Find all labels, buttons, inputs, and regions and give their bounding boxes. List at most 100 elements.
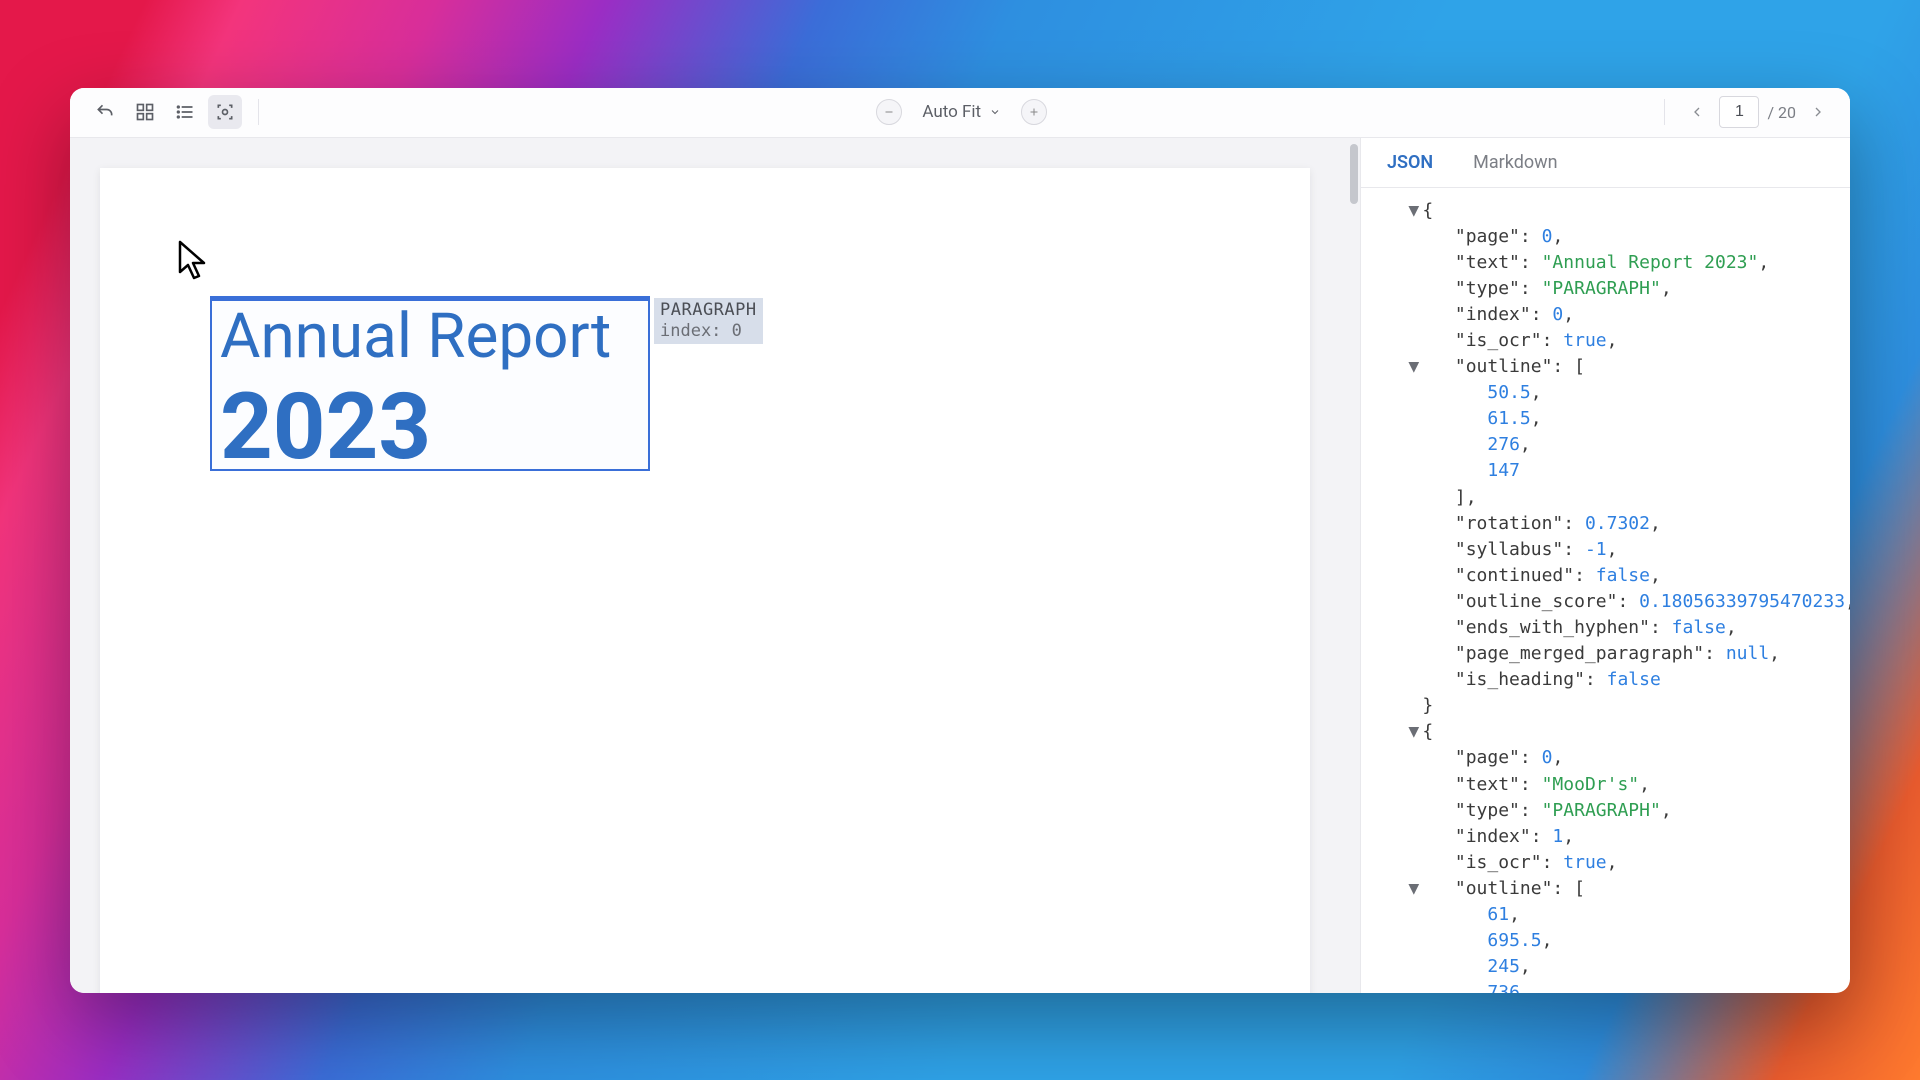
scrollbar-thumb[interactable]	[1350, 144, 1358, 204]
prev-page-button[interactable]	[1683, 98, 1711, 126]
json-row[interactable]: "type": "PARAGRAPH",	[1365, 276, 1842, 302]
json-gutter	[1408, 224, 1422, 250]
json-row[interactable]: "outline_score": 0.18056339795470233,	[1365, 589, 1842, 615]
undo-icon	[95, 102, 115, 122]
json-gutter	[1408, 563, 1422, 589]
json-row[interactable]: "syllabus": -1,	[1365, 537, 1842, 563]
json-gutter	[1408, 458, 1422, 484]
json-row[interactable]: "page_merged_paragraph": null,	[1365, 641, 1842, 667]
json-row[interactable]: 61,	[1365, 902, 1842, 928]
json-row[interactable]: 61.5,	[1365, 406, 1842, 432]
json-row[interactable]: 276,	[1365, 432, 1842, 458]
tab-json[interactable]: JSON	[1369, 144, 1451, 181]
json-row[interactable]: "is_ocr": true,	[1365, 328, 1842, 354]
list-icon	[175, 102, 195, 122]
page-number-input[interactable]	[1719, 96, 1759, 128]
zoom-dropdown[interactable]: Auto Fit	[914, 98, 1009, 126]
plus-icon	[1028, 106, 1040, 118]
json-gutter	[1408, 745, 1422, 771]
annotation-index-label: index: 0	[660, 321, 742, 341]
json-gutter	[1408, 928, 1422, 954]
annotation-label: PARAGRAPH index: 0	[654, 298, 763, 345]
json-collapse-toggle[interactable]: ▼	[1408, 719, 1422, 745]
toolbar-separator	[258, 99, 259, 125]
focus-icon	[215, 102, 235, 122]
annotation-type-label: PARAGRAPH	[660, 300, 757, 320]
json-row[interactable]: ▼ "outline": [	[1365, 876, 1842, 902]
json-gutter	[1408, 615, 1422, 641]
app-window: Auto Fit / 20 PARAGRA	[70, 88, 1850, 993]
document-viewport[interactable]: PARAGRAPH index: 0 Annual Report 2023	[70, 138, 1360, 993]
json-row[interactable]: "type": "PARAGRAPH",	[1365, 798, 1842, 824]
json-row[interactable]: "ends_with_hyphen": false,	[1365, 615, 1842, 641]
document-title-line1: Annual Report	[220, 306, 611, 368]
json-row[interactable]: "is_heading": false	[1365, 667, 1842, 693]
json-row[interactable]: 245,	[1365, 954, 1842, 980]
json-row[interactable]: 695.5,	[1365, 928, 1842, 954]
side-tabs: JSON Markdown	[1361, 138, 1850, 188]
json-gutter	[1408, 511, 1422, 537]
chevron-down-icon	[989, 106, 1001, 118]
json-gutter	[1408, 250, 1422, 276]
json-gutter	[1408, 302, 1422, 328]
cursor-pointer-icon	[178, 240, 210, 282]
zoom-label: Auto Fit	[922, 102, 981, 122]
undo-button[interactable]	[88, 95, 122, 129]
json-gutter	[1408, 406, 1422, 432]
json-row[interactable]: 147	[1365, 458, 1842, 484]
json-row[interactable]: "text": "MooDr's",	[1365, 772, 1842, 798]
grid-view-button[interactable]	[128, 95, 162, 129]
side-panel: JSON Markdown ▼{ "page": 0, "text": "Ann…	[1360, 138, 1850, 993]
json-row[interactable]: ],	[1365, 485, 1842, 511]
json-row[interactable]: "continued": false,	[1365, 563, 1842, 589]
json-row[interactable]: "rotation": 0.7302,	[1365, 511, 1842, 537]
json-gutter	[1408, 276, 1422, 302]
chevron-left-icon	[1689, 104, 1705, 120]
minus-icon	[883, 106, 895, 118]
json-row[interactable]: "index": 0,	[1365, 302, 1842, 328]
json-gutter	[1408, 693, 1422, 719]
json-gutter	[1408, 798, 1422, 824]
json-row[interactable]: 50.5,	[1365, 380, 1842, 406]
json-gutter	[1408, 641, 1422, 667]
toolbar: Auto Fit / 20	[70, 88, 1850, 138]
zoom-out-button[interactable]	[876, 99, 902, 125]
json-gutter	[1408, 980, 1422, 992]
json-row[interactable]: 736	[1365, 980, 1842, 992]
focus-view-button[interactable]	[208, 95, 242, 129]
chevron-right-icon	[1810, 104, 1826, 120]
json-gutter	[1408, 824, 1422, 850]
json-gutter	[1408, 589, 1422, 615]
tab-markdown[interactable]: Markdown	[1455, 144, 1575, 181]
toolbar-center: Auto Fit	[275, 98, 1648, 126]
json-collapse-toggle[interactable]: ▼	[1408, 354, 1422, 380]
page-total-label: / 20	[1767, 103, 1796, 122]
json-gutter	[1408, 485, 1422, 511]
json-row[interactable]: "is_ocr": true,	[1365, 850, 1842, 876]
json-row[interactable]: "text": "Annual Report 2023",	[1365, 250, 1842, 276]
document-title-line2: 2023	[220, 374, 431, 481]
toolbar-separator	[1664, 99, 1665, 125]
json-collapse-toggle[interactable]: ▼	[1408, 876, 1422, 902]
json-gutter	[1408, 954, 1422, 980]
json-row[interactable]: "page": 0,	[1365, 745, 1842, 771]
toolbar-right: / 20	[1654, 96, 1832, 128]
grid-icon	[135, 102, 155, 122]
json-collapse-toggle[interactable]: ▼	[1408, 198, 1422, 224]
app-body: PARAGRAPH index: 0 Annual Report 2023 JS…	[70, 138, 1850, 993]
json-gutter	[1408, 667, 1422, 693]
json-row[interactable]: "index": 1,	[1365, 824, 1842, 850]
json-row[interactable]: ▼{	[1365, 198, 1842, 224]
json-gutter	[1408, 772, 1422, 798]
json-row[interactable]: ▼ "outline": [	[1365, 354, 1842, 380]
zoom-in-button[interactable]	[1021, 99, 1047, 125]
list-view-button[interactable]	[168, 95, 202, 129]
json-row[interactable]: }	[1365, 693, 1842, 719]
document-page[interactable]: PARAGRAPH index: 0 Annual Report 2023	[100, 168, 1310, 993]
json-row[interactable]: "page": 0,	[1365, 224, 1842, 250]
next-page-button[interactable]	[1804, 98, 1832, 126]
json-row[interactable]: ▼{	[1365, 719, 1842, 745]
json-gutter	[1408, 537, 1422, 563]
json-output-pane[interactable]: ▼{ "page": 0, "text": "Annual Report 202…	[1361, 188, 1850, 993]
json-gutter	[1408, 380, 1422, 406]
